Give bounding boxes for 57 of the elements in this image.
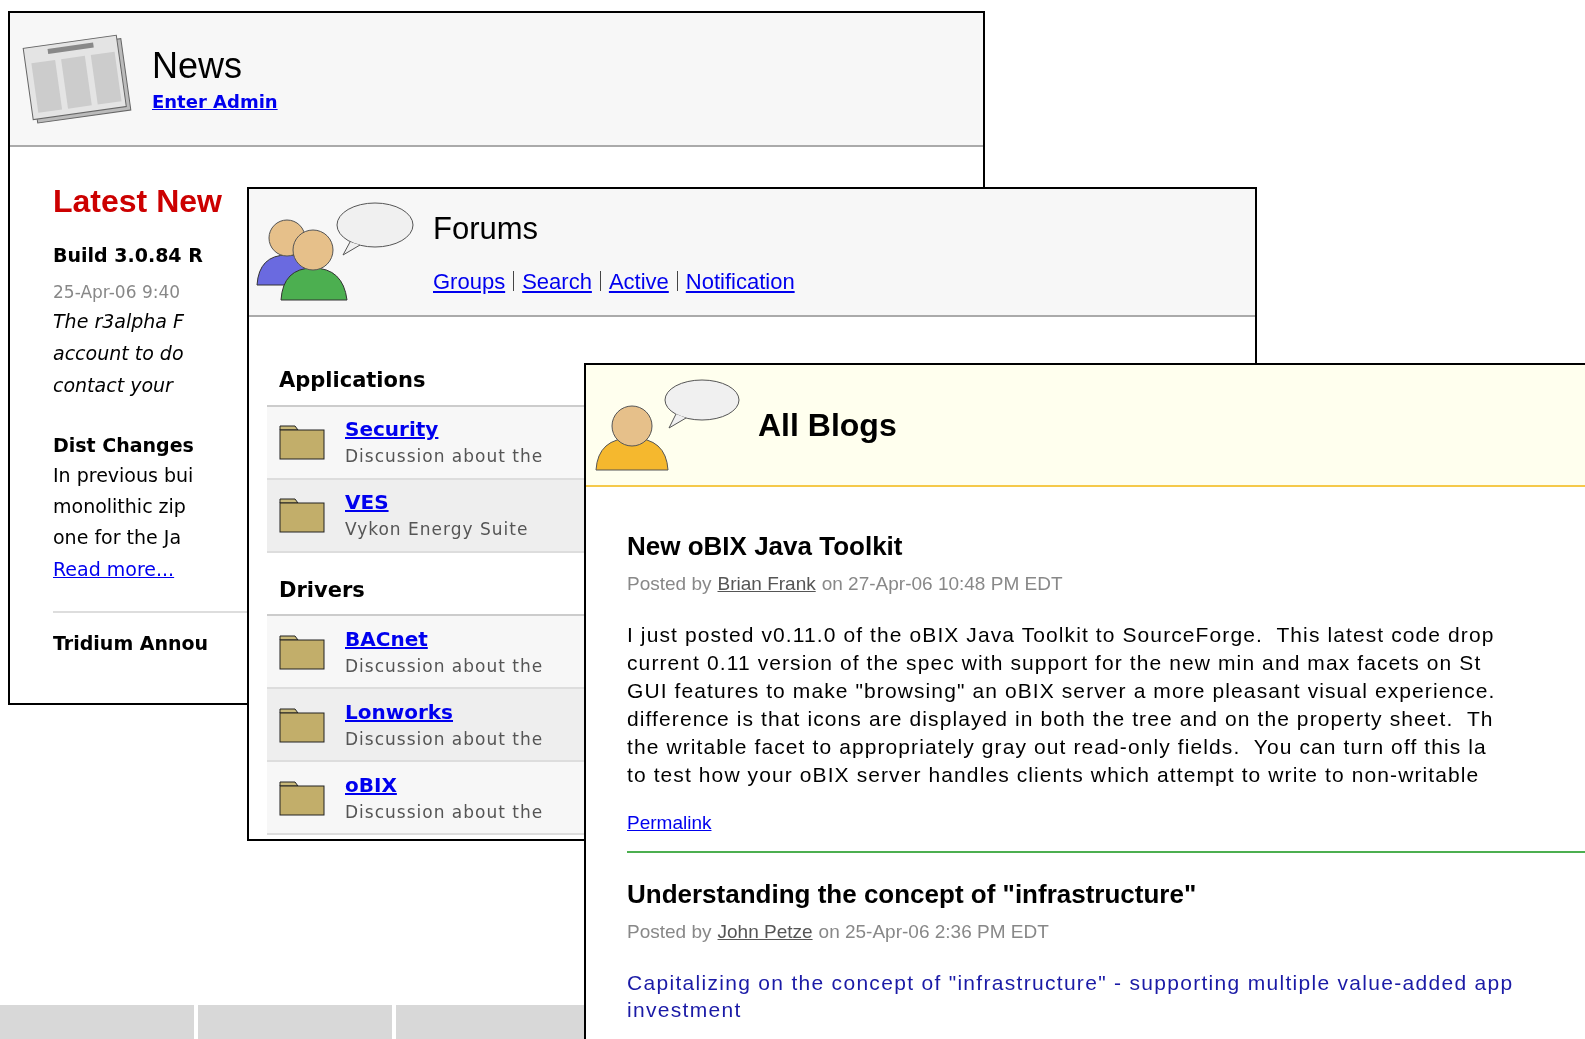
- post-date: on 25-Apr-06 2:36 PM EDT: [818, 920, 1049, 944]
- nav-link[interactable]: Active: [608, 264, 669, 298]
- nav-link[interactable]: Groups: [433, 264, 506, 298]
- posted-by-label: Posted by: [627, 572, 712, 596]
- forum-description: Discussion about the: [345, 654, 544, 678]
- folder-icon: [279, 497, 325, 533]
- post-text-line: to test how your oBIX server handles clients which attempt to write to non-writable: [627, 761, 1481, 788]
- forum-link[interactable]: Lonworks: [345, 696, 544, 727]
- post-text-line: difference is that icons are displayed in both the tree and on the property sheet. Th: [627, 705, 1495, 732]
- forum-row[interactable]: Lonworks Discussion about the: [267, 689, 587, 762]
- post-title: Understanding the concept of "infrastructure": [627, 878, 1198, 911]
- page-title: All Blogs: [758, 406, 897, 445]
- forum-description: Vykon Energy Suite: [345, 518, 529, 542]
- section-heading: Latest New: [53, 182, 223, 221]
- page-title: News: [152, 43, 244, 88]
- folder-icon: [279, 633, 325, 670]
- folder-icon: [279, 424, 325, 460]
- news-text-line: one for the Ja: [53, 524, 183, 550]
- news-title: Tridium Annou: [53, 631, 210, 656]
- news-text-line: account to do: [53, 341, 185, 366]
- forum-description: Discussion about the: [345, 445, 544, 469]
- news-text-line: contact your: [53, 373, 175, 398]
- news-title: Dist Changes: [53, 433, 195, 458]
- news-text-line: In previous bui: [53, 462, 195, 488]
- nav-link[interactable]: Notification: [685, 264, 795, 298]
- folder-icon: [279, 779, 325, 816]
- post-text-line: Capitalizing on the concept of "infrastructure" - supporting multiple value-added app: [627, 969, 1515, 996]
- forum-row[interactable]: oBIX Discussion about the: [267, 762, 587, 835]
- posted-by-label: Posted by: [627, 920, 712, 944]
- post-text-line: current 0.11 version of the spec with support for the new min and max facets on St: [627, 649, 1483, 676]
- permalink-link[interactable]: Permalink: [627, 808, 712, 837]
- folder-icon: [279, 706, 325, 743]
- author-link[interactable]: John Petze: [717, 918, 813, 947]
- forum-row[interactable]: BACnet Discussion about the: [267, 616, 587, 689]
- post-text-line: GUI features to make "browsing" an oBIX server a more pleasant visual experience.: [627, 677, 1497, 704]
- forum-link[interactable]: oBIX: [345, 769, 544, 800]
- post-date: on 27-Apr-06 10:48 PM EDT: [821, 572, 1063, 596]
- read-more-link[interactable]: Read more...: [53, 554, 246, 583]
- news-text-line: The r3alpha F: [53, 309, 185, 334]
- news-text-line: monolithic zip: [53, 493, 187, 519]
- forum-link[interactable]: BACnet: [345, 623, 544, 654]
- enter-admin-link[interactable]: Enter Admin: [152, 87, 278, 115]
- post-text-line: investment: [627, 996, 743, 1023]
- forum-row[interactable]: Security Discussion about the: [267, 406, 587, 480]
- forum-row[interactable]: VES Vykon Energy Suite: [267, 479, 587, 553]
- post-title: New oBIX Java Toolkit: [627, 530, 904, 563]
- post-text-line: the writable facet to appropriately gray out read-only fields. You can turn off this la: [627, 733, 1488, 760]
- author-link[interactable]: Brian Frank: [717, 570, 816, 599]
- page-title: Forums: [433, 210, 540, 249]
- post-text-line: I just posted v0.11.0 of the oBIX Java Toolkit to SourceForge. This latest code drop: [627, 621, 1496, 648]
- news-date: 25-Apr-06 9:40: [53, 280, 182, 304]
- nav-link[interactable]: Search: [522, 264, 592, 298]
- forum-description: Discussion about the: [345, 800, 544, 824]
- forum-description: Discussion about the: [345, 727, 544, 751]
- news-title: Build 3.0.84 R: [53, 243, 204, 268]
- forum-link[interactable]: Security: [345, 414, 544, 445]
- forum-link[interactable]: VES: [345, 487, 529, 518]
